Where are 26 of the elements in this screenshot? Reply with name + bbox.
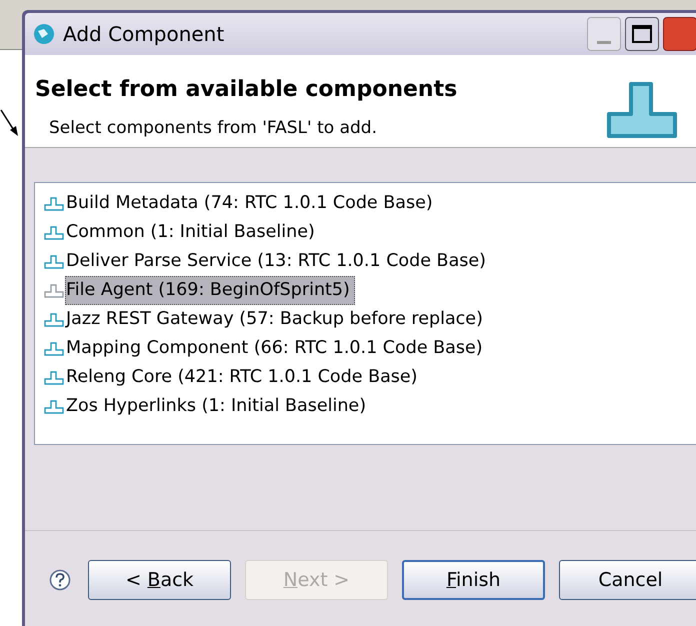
pointer-arrow xyxy=(0,108,20,138)
list-item[interactable]: Releng Core (421: RTC 1.0.1 Code Base) xyxy=(65,363,419,392)
component-icon xyxy=(43,282,65,298)
window-title: Add Component xyxy=(63,21,224,48)
list-item[interactable]: Deliver Parse Service (13: RTC 1.0.1 Code Base) xyxy=(65,247,487,276)
list-item[interactable]: Jazz REST Gateway (57: Backup before replace) xyxy=(65,305,484,334)
list-item[interactable]: Mapping Component (66: RTC 1.0.1 Code Base) xyxy=(65,334,484,363)
component-icon xyxy=(43,340,65,356)
dialog-button[interactable]: Cancel xyxy=(559,560,696,600)
help-icon[interactable] xyxy=(49,569,71,591)
component-icon xyxy=(43,312,65,328)
dialog-button[interactable]: < Back xyxy=(88,560,231,600)
component-icon xyxy=(43,398,65,414)
dialog-button[interactable]: Finish xyxy=(402,560,545,600)
list-item[interactable]: Build Metadata (74: RTC 1.0.1 Code Base) xyxy=(65,189,434,218)
list-item[interactable]: Zos Hyperlinks (1: Initial Baseline) xyxy=(65,392,368,421)
globe-icon xyxy=(33,23,55,45)
component-icon xyxy=(43,254,65,270)
page-title: Select from available components xyxy=(35,76,458,104)
page-subtitle: Select components from 'FASL' to add. xyxy=(48,117,378,140)
component-icon xyxy=(43,224,65,240)
maximize-button[interactable] xyxy=(625,17,659,51)
list-item[interactable]: Common (1: Initial Baseline) xyxy=(65,218,316,247)
component-icon xyxy=(43,370,65,386)
list-item[interactable]: File Agent (169: BeginOfSprint5) xyxy=(65,276,355,305)
component-icon xyxy=(43,196,65,212)
